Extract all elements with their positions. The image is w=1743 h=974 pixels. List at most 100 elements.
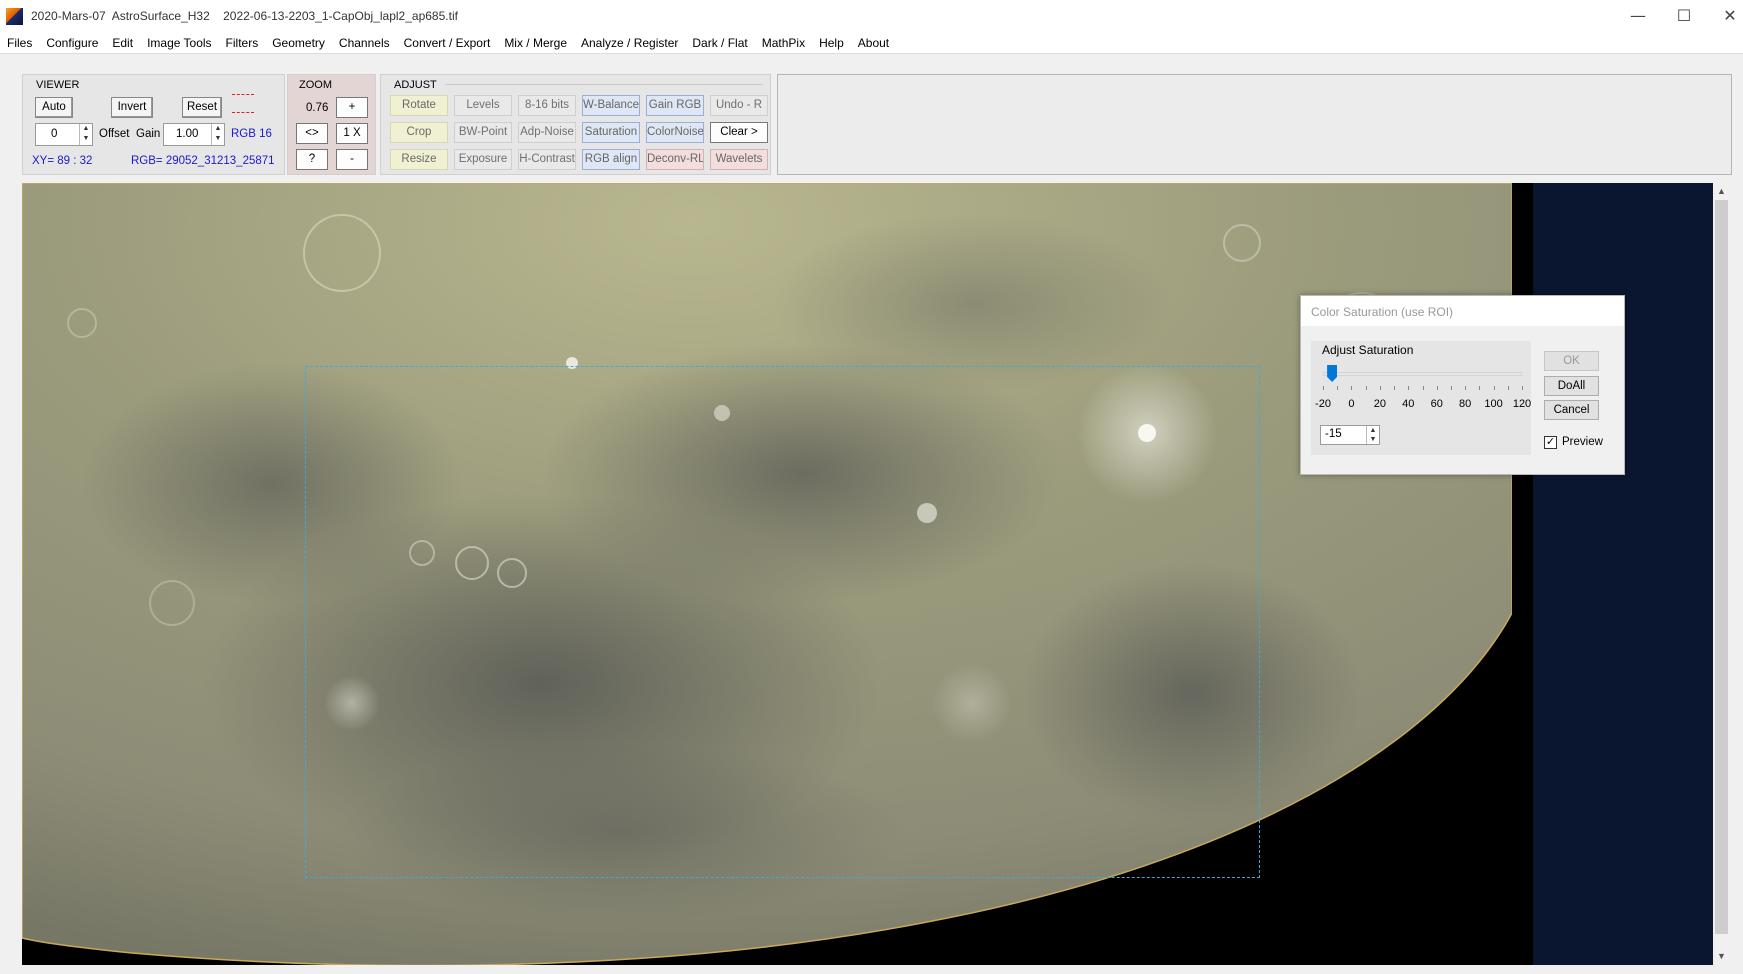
slider-tick [1450, 386, 1452, 390]
offset-value: 0 [51, 128, 58, 140]
bw-point-button[interactable]: BW-Point [454, 122, 512, 143]
gain-rgb-button[interactable]: Gain RGB [646, 95, 704, 116]
deconvolution-button[interactable]: Deconv-RL [646, 149, 704, 170]
saturation-value: -15 [1325, 428, 1342, 440]
tick-label: 0 [1348, 398, 1355, 410]
tick-label: 60 [1430, 398, 1443, 410]
tick-label: 20 [1373, 398, 1386, 410]
scroll-down-icon[interactable]: ▼ [1713, 948, 1730, 965]
rotate-button[interactable]: Rotate [390, 95, 448, 116]
slider-tick [1522, 386, 1523, 390]
exposure-button[interactable]: Exposure [454, 149, 512, 170]
slider-tick [1436, 386, 1438, 390]
zoom-panel-title: ZOOM [299, 79, 332, 91]
rgb-align-button[interactable]: RGB align [582, 149, 640, 170]
menu-filters[interactable]: Filters [219, 36, 266, 50]
slider-tick [1479, 386, 1481, 390]
auto-button[interactable]: Auto [35, 97, 73, 118]
zoom-out-button[interactable]: - [336, 149, 368, 170]
menu-convert-export[interactable]: Convert / Export [397, 36, 498, 50]
slider-tick [1507, 386, 1509, 390]
tick-label: 100 [1484, 398, 1503, 410]
minimize-icon[interactable]: — [1615, 0, 1661, 33]
ok-button[interactable]: OK [1544, 351, 1599, 371]
info-panel [777, 74, 1732, 175]
slider-tick [1408, 386, 1410, 390]
doall-button[interactable]: DoAll [1544, 376, 1599, 396]
slider-tick [1351, 386, 1353, 390]
viewer-panel: VIEWER Auto Invert Reset 0 ▲ ▼ Offset Gai… [22, 74, 285, 175]
slider-tick [1394, 386, 1396, 390]
tick-label: 80 [1459, 398, 1472, 410]
gain-spinner[interactable]: 1.00 ▲ ▼ [163, 123, 225, 146]
crop-button[interactable]: Crop [390, 122, 448, 143]
menu-geometry[interactable]: Geometry [265, 36, 332, 50]
app-window: 2020-Mars-07 AstroSurface_H32 2022-06-13… [0, 0, 1743, 974]
menu-dark-flat[interactable]: Dark / Flat [685, 36, 754, 50]
vertical-scrollbar[interactable]: ▲ ▼ [1713, 183, 1730, 965]
preview-checkbox[interactable]: ✓ [1544, 436, 1557, 449]
saturation-button[interactable]: Saturation [582, 122, 640, 143]
spinner-arrows-icon[interactable]: ▲ ▼ [211, 124, 224, 145]
spinner-arrows-icon[interactable]: ▲ ▼ [1366, 426, 1379, 444]
slider-tick [1365, 386, 1367, 390]
slider-tick [1379, 386, 1381, 390]
saturation-slider-thumb[interactable] [1327, 365, 1338, 382]
zoom-in-button[interactable]: + [336, 97, 368, 118]
white-balance-button[interactable]: W-Balance [582, 95, 640, 116]
cancel-button[interactable]: Cancel [1544, 400, 1599, 420]
color-noise-button[interactable]: ColorNoise [646, 122, 704, 143]
bit-depth-button[interactable]: 8-16 bits [518, 95, 576, 116]
zoom-fit-button[interactable]: <> [296, 123, 328, 144]
saturation-slider-track[interactable] [1323, 372, 1522, 376]
menu-help[interactable]: Help [812, 36, 851, 50]
undo-button[interactable]: Undo - R [710, 95, 768, 116]
zoom-1x-button[interactable]: 1 X [336, 123, 368, 144]
adjust-panel-title: ADJUST [394, 79, 437, 91]
saturation-value-spinner[interactable]: -15 ▲ ▼ [1320, 425, 1380, 445]
clear-button[interactable]: Clear > [710, 122, 768, 143]
resize-button[interactable]: Resize [390, 149, 448, 170]
roi-selection-rectangle[interactable] [305, 366, 1260, 878]
zoom-value: 0.76 [306, 102, 329, 114]
h-contrast-button[interactable]: H-Contrast [518, 149, 576, 170]
menu-mix-merge[interactable]: Mix / Merge [497, 36, 574, 50]
scrollbar-thumb[interactable] [1715, 200, 1728, 934]
menu-image-tools[interactable]: Image Tools [140, 36, 218, 50]
color-saturation-dialog: Color Saturation (use ROI) Adjust Satura… [1300, 295, 1625, 475]
slider-tick [1337, 386, 1339, 390]
red-indicator-line [232, 94, 254, 95]
menu-bar: Files Configure Edit Image Tools Filters… [0, 33, 1743, 53]
scroll-up-icon[interactable]: ▲ [1713, 183, 1730, 200]
maximize-icon[interactable]: ☐ [1661, 0, 1707, 33]
slider-tick [1493, 386, 1495, 390]
cursor-xy-readout: XY= 89 : 32 [32, 155, 93, 167]
wavelets-button[interactable]: Wavelets [710, 149, 768, 170]
menu-analyze-register[interactable]: Analyze / Register [574, 36, 685, 50]
preview-label: Preview [1562, 436, 1603, 448]
offset-spinner[interactable]: 0 ▲ ▼ [35, 123, 93, 146]
tick-label: 120 [1512, 398, 1532, 410]
menu-files[interactable]: Files [0, 36, 39, 50]
spinner-arrows-icon[interactable]: ▲ ▼ [79, 124, 92, 145]
adjust-panel: ADJUST Rotate Levels 8-16 bits W-Balance… [380, 74, 771, 175]
menu-about[interactable]: About [851, 36, 896, 50]
menu-configure[interactable]: Configure [39, 36, 105, 50]
close-icon[interactable]: ✕ [1707, 0, 1743, 33]
slider-tick [1422, 386, 1424, 390]
title-bar: 2020-Mars-07 AstroSurface_H32 2022-06-13… [0, 0, 1743, 33]
menu-mathpix[interactable]: MathPix [755, 36, 812, 50]
menu-divider [0, 53, 1743, 54]
zoom-panel: ZOOM 0.76 + <> 1 X ? - [287, 74, 376, 175]
menu-edit[interactable]: Edit [105, 36, 140, 50]
adjust-panel-divider [445, 84, 763, 85]
reset-button[interactable]: Reset [182, 97, 222, 118]
tick-label: -20 [1315, 398, 1331, 410]
app-logo-icon [6, 8, 23, 25]
offset-label: Offset [99, 128, 130, 140]
zoom-help-button[interactable]: ? [296, 149, 328, 170]
menu-channels[interactable]: Channels [332, 36, 397, 50]
levels-button[interactable]: Levels [454, 95, 512, 116]
adaptive-noise-button[interactable]: Adp-Noise [518, 122, 576, 143]
invert-button[interactable]: Invert [111, 97, 153, 118]
